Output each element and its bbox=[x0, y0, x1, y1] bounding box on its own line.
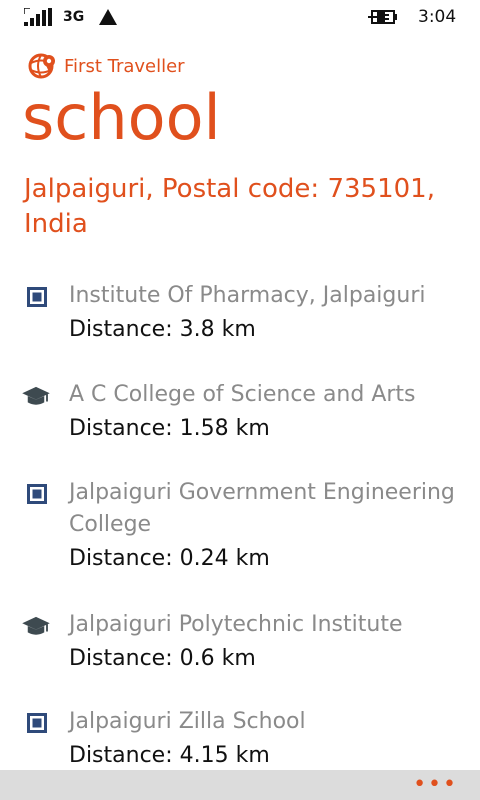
app-bar: ••• bbox=[0, 770, 480, 800]
square-place-icon bbox=[27, 287, 47, 307]
graduation-cap-icon bbox=[22, 386, 50, 405]
network-type: 3G bbox=[63, 9, 85, 25]
place-name: Institute Of Pharmacy, Jalpaiguri bbox=[69, 283, 426, 308]
place-distance: Distance: 3.8 km bbox=[69, 317, 256, 342]
place-distance: Distance: 0.6 km bbox=[69, 646, 256, 671]
clock: 3:04 bbox=[418, 7, 457, 27]
place-distance: Distance: 1.58 km bbox=[69, 416, 270, 441]
data-connection-icon bbox=[99, 9, 117, 25]
signal-strength-icon bbox=[24, 8, 52, 26]
place-distance: Distance: 0.24 km bbox=[69, 546, 270, 571]
place-name: Jalpaiguri Polytechnic Institute bbox=[69, 612, 403, 637]
square-place-icon bbox=[27, 484, 47, 504]
graduation-cap-icon bbox=[22, 616, 50, 635]
place-name: A C College of Science and Arts bbox=[69, 382, 416, 407]
charging-battery-icon bbox=[368, 10, 397, 24]
app-name: First Traveller bbox=[64, 55, 185, 77]
place-name: Jalpaiguri Zilla School bbox=[69, 709, 306, 734]
app-brand: First Traveller bbox=[26, 50, 185, 82]
globe-pin-logo-icon bbox=[28, 53, 55, 79]
more-options-button[interactable]: ••• bbox=[413, 774, 458, 796]
location-subtitle: Jalpaiguri, Postal code: 735101, India bbox=[24, 174, 435, 240]
page-title: school bbox=[22, 81, 221, 154]
place-distance: Distance: 4.15 km bbox=[69, 743, 270, 768]
place-name: Jalpaiguri Government Engineering Colleg… bbox=[69, 480, 455, 537]
status-bar: 3G 3:04 bbox=[0, 0, 480, 34]
square-place-icon bbox=[27, 713, 47, 733]
